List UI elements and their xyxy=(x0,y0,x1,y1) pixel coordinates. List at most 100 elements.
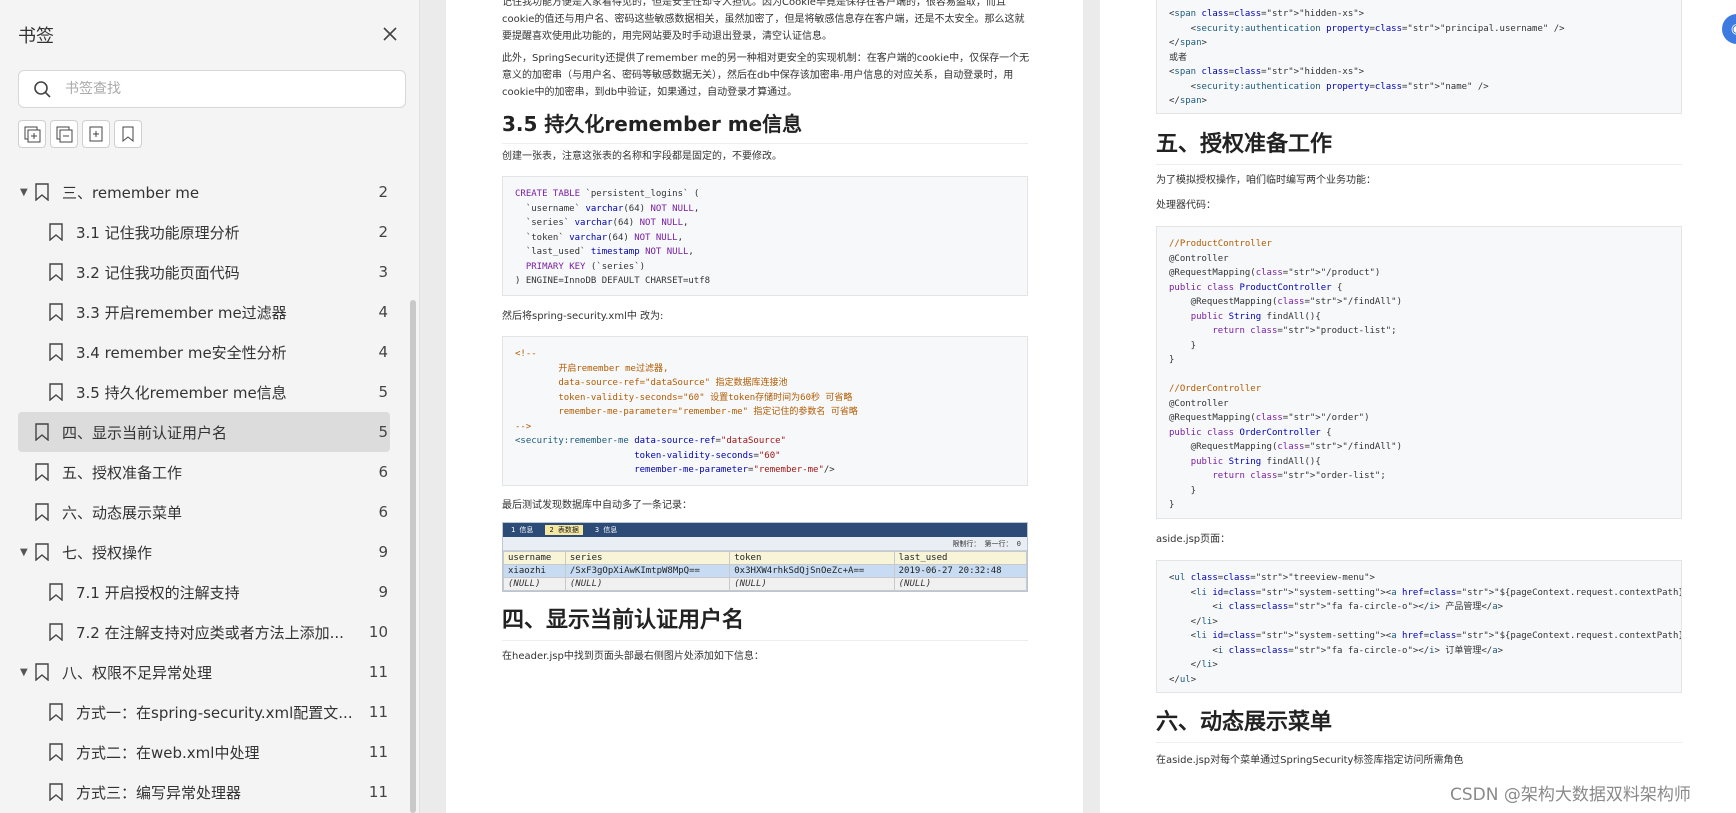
document-page: <span class=class="str">"hidden-xs"> <se… xyxy=(1100,0,1736,813)
bookmark-label: 三、remember me xyxy=(62,183,200,202)
paragraph: 创建一张表，注意这张表的名称和字段都是固定的，不要修改。 xyxy=(502,151,782,162)
section-heading: 3.5 持久化remember me信息 xyxy=(502,108,1028,144)
bookmark-icon xyxy=(48,263,64,285)
scrollbar[interactable] xyxy=(410,300,416,813)
bookmark-icon xyxy=(34,543,50,565)
bookmark-item[interactable]: 3.5 持久化remember me信息 5 xyxy=(0,372,408,412)
paragraph: 最后测试发现数据库中自动多了一条记录： xyxy=(502,500,692,511)
table-cell: last_used xyxy=(893,551,1027,565)
add-bookmark-icon[interactable] xyxy=(82,120,110,148)
bookmark-list: ▼ 三、remember me 2 3.1 记住我功能原理分析 2 3.2 记住我功能页面… xyxy=(0,172,408,812)
section-heading: 五、授权准备工作 xyxy=(1156,126,1682,165)
bookmark-label: 3.5 持久化remember me信息 xyxy=(76,383,287,402)
bookmark-page-number: 5 xyxy=(378,383,388,401)
bookmark-icon xyxy=(48,583,64,605)
paragraph: 为了模拟授权操作，咱们临时编写两个业务功能： xyxy=(1156,175,1376,186)
bookmark-search[interactable] xyxy=(18,70,406,108)
document-page: 记住我功能方便是大家看得见的，但是安全性却令人担忧。因为Cookie毕竟是保存在… xyxy=(446,0,1083,813)
collapse-all-icon[interactable] xyxy=(50,120,78,148)
bookmark-icon xyxy=(48,223,64,245)
table-cell: (NULL) xyxy=(729,577,895,591)
bookmark-item[interactable]: 四、显示当前认证用户名 5 xyxy=(18,412,390,452)
paragraph: 记住我功能方便是大家看得见的，但是安全性却令人担忧。因为Cookie毕竟是保存在… xyxy=(502,0,1025,42)
bookmark-item[interactable]: 方式一：在spring-security.xml配置文... 11 xyxy=(0,692,408,732)
bookmark-item[interactable]: 六、动态展示菜单 6 xyxy=(0,492,408,532)
bookmark-item[interactable]: 五、授权准备工作 6 xyxy=(0,452,408,492)
code-block: CREATE TABLE `persistent_logins` ( `user… xyxy=(502,176,1028,296)
expand-all-icon[interactable] xyxy=(18,120,46,148)
search-icon xyxy=(34,81,51,98)
expand-caret-icon[interactable]: ▼ xyxy=(20,667,28,678)
bookmark-icon xyxy=(34,503,50,525)
bookmark-label: 3.3 开启remember me过滤器 xyxy=(76,303,287,322)
bookmark-page-number: 11 xyxy=(368,783,388,801)
expand-caret-icon[interactable]: ▼ xyxy=(20,547,28,558)
paragraph: 此外，SpringSecurity还提供了remember me的另一种相对更安… xyxy=(502,53,1030,98)
bookmark-icon xyxy=(48,743,64,765)
bookmark-item[interactable]: 3.4 remember me安全性分析 4 xyxy=(0,332,408,372)
bookmark-page-number: 10 xyxy=(368,623,388,641)
section-heading: 四、显示当前认证用户名 xyxy=(502,602,1028,641)
bookmark-page-number: 4 xyxy=(378,303,388,321)
section-heading: 六、动态展示菜单 xyxy=(1156,704,1682,743)
bookmark-page-number: 5 xyxy=(378,423,388,441)
bookmark-label: 方式一：在spring-security.xml配置文... xyxy=(76,703,353,722)
bookmark-page-number: 6 xyxy=(378,463,388,481)
db-table: username series token last_used xiaozhi/SxF… xyxy=(503,551,1027,591)
bookmark-icon xyxy=(48,343,64,365)
table-cell: token xyxy=(729,551,895,565)
table-cell: xiaozhi xyxy=(503,564,566,578)
bookmark-label: 3.4 remember me安全性分析 xyxy=(76,343,287,362)
bookmark-item[interactable]: ▼ 七、授权操作 9 xyxy=(0,532,408,572)
bookmark-item[interactable]: ▼ 八、权限不足异常处理 11 xyxy=(0,652,408,692)
bookmark-label: 七、授权操作 xyxy=(62,543,153,562)
db-toolbar: 限制行： 第一行： 0 xyxy=(503,537,1027,551)
table-cell: 0x3HXW4rhkSdQjSnOeZc+A== xyxy=(729,564,895,578)
bookmark-icon xyxy=(34,423,50,445)
expand-caret-icon[interactable]: ▼ xyxy=(20,187,28,198)
panel-title: 书签 xyxy=(18,26,54,47)
code-block: <!-- 开启remember me过滤器, data-source-ref="… xyxy=(502,336,1028,486)
bookmark-page-number: 6 xyxy=(378,503,388,521)
bookmark-item[interactable]: 7.1 开启授权的注解支持 9 xyxy=(0,572,408,612)
bookmark-icon xyxy=(48,383,64,405)
bookmark-icon[interactable] xyxy=(114,120,142,148)
bookmark-page-number: 2 xyxy=(378,183,388,201)
bookmark-icon xyxy=(48,783,64,805)
bookmark-label: 3.1 记住我功能原理分析 xyxy=(76,223,240,242)
bookmark-page-number: 3 xyxy=(378,263,388,281)
paragraph: aside.jsp页面： xyxy=(1156,534,1231,545)
bookmark-item[interactable]: 3.1 记住我功能原理分析 2 xyxy=(0,212,408,252)
bookmark-label: 方式二：在web.xml中处理 xyxy=(76,743,260,762)
code-block: //ProductController @Controller @Request… xyxy=(1156,226,1682,519)
paragraph: 然后将spring-security.xml中 改为: xyxy=(502,311,664,322)
bookmark-item[interactable]: ▼ 三、remember me 2 xyxy=(0,172,408,212)
bookmark-icon xyxy=(34,663,50,685)
db-tabs: 1 信息 2 表数据 3 信息 xyxy=(503,523,1027,537)
db-tab: 3 信息 xyxy=(594,526,618,534)
bookmark-item[interactable]: 7.2 在注解支持对应类或者方法上添加... 10 xyxy=(0,612,408,652)
watermark: CSDN @架构大数据双料架构师 xyxy=(1450,785,1691,805)
bookmark-page-number: 11 xyxy=(368,663,388,681)
bookmark-page-number: 11 xyxy=(368,703,388,721)
close-icon[interactable] xyxy=(380,24,400,44)
bookmark-icon xyxy=(34,463,50,485)
bookmark-label: 八、权限不足异常处理 xyxy=(62,663,213,682)
table-cell: (NULL) xyxy=(564,577,731,591)
bookmark-item[interactable]: 3.2 记住我功能页面代码 3 xyxy=(0,252,408,292)
table-cell: username xyxy=(503,551,566,565)
bookmark-label: 四、显示当前认证用户名 xyxy=(62,423,228,442)
search-input[interactable] xyxy=(65,79,385,99)
bookmark-page-number: 4 xyxy=(378,343,388,361)
table-cell: /SxF3gOpXiAwKImtpW8MpQ== xyxy=(564,564,731,578)
bookmark-item[interactable]: 方式二：在web.xml中处理 11 xyxy=(0,732,408,772)
bookmark-label: 六、动态展示菜单 xyxy=(62,503,183,522)
bookmark-label: 7.2 在注解支持对应类或者方法上添加... xyxy=(76,623,344,642)
db-tab: 2 表数据 xyxy=(545,525,583,535)
bookmark-item[interactable]: 方式三：编写异常处理器 11 xyxy=(0,772,408,812)
bookmark-label: 方式三：编写异常处理器 xyxy=(76,783,242,802)
bookmark-item[interactable]: 3.3 开启remember me过滤器 4 xyxy=(0,292,408,332)
db-tab: 1 信息 xyxy=(511,526,534,534)
bookmark-icon xyxy=(48,703,64,725)
bookmark-label: 3.2 记住我功能页面代码 xyxy=(76,263,240,282)
